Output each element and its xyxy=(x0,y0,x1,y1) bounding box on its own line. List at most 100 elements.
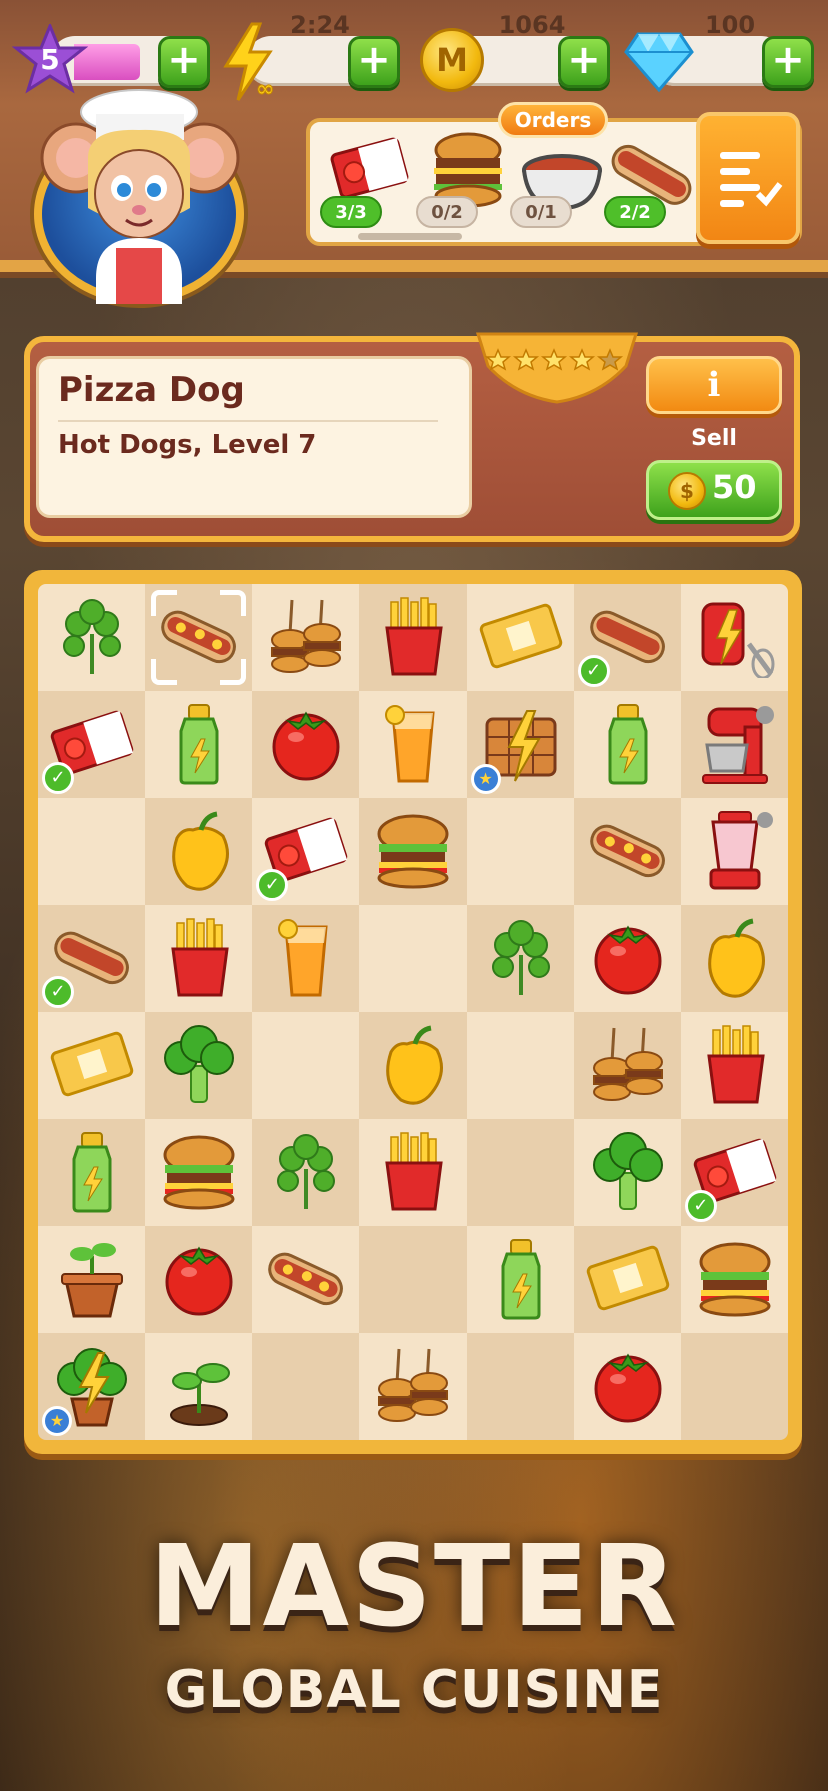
board-cell[interactable] xyxy=(466,1333,574,1440)
board-cell[interactable] xyxy=(466,905,574,1012)
board-cell[interactable] xyxy=(252,1119,360,1226)
board-cell[interactable] xyxy=(573,1333,681,1440)
tomato-icon[interactable] xyxy=(264,701,348,785)
parsley-icon[interactable] xyxy=(264,1129,348,1213)
board-cell[interactable] xyxy=(252,1012,360,1119)
board-cell[interactable] xyxy=(466,1012,574,1119)
slider-skewer-icon[interactable] xyxy=(264,594,348,678)
board-cell[interactable] xyxy=(38,1012,146,1119)
board-cell[interactable] xyxy=(680,584,788,691)
board-cell[interactable] xyxy=(359,1226,467,1333)
cheese-packet-icon[interactable] xyxy=(586,1236,670,1320)
parsley-icon[interactable] xyxy=(479,915,563,999)
item-info-button[interactable]: i xyxy=(646,356,782,414)
board-cell[interactable]: ✓ xyxy=(573,584,681,691)
board-cell[interactable] xyxy=(145,1012,253,1119)
board-cell[interactable] xyxy=(573,905,681,1012)
board-cell[interactable] xyxy=(145,584,253,691)
burger-icon[interactable] xyxy=(371,808,455,892)
board-cell[interactable]: ✓ xyxy=(252,798,360,905)
board-cell[interactable] xyxy=(680,691,788,798)
board-cell[interactable] xyxy=(252,1333,360,1440)
board-cell[interactable]: ✓ xyxy=(38,905,146,1012)
board-cell[interactable] xyxy=(252,905,360,1012)
add-xp-button[interactable]: + xyxy=(158,36,210,88)
add-energy-button[interactable]: + xyxy=(348,36,400,88)
board-cell[interactable] xyxy=(359,584,467,691)
add-coins-button[interactable]: + xyxy=(558,36,610,88)
fries-icon[interactable] xyxy=(371,594,455,678)
board-cell[interactable] xyxy=(680,1226,788,1333)
orders-scrollbar[interactable] xyxy=(358,233,462,240)
seedling-icon[interactable] xyxy=(157,1343,241,1427)
board-cell[interactable] xyxy=(466,1226,574,1333)
board-cell[interactable] xyxy=(38,584,146,691)
board-cell[interactable] xyxy=(359,1119,467,1226)
board-cell[interactable] xyxy=(38,1226,146,1333)
fries-icon[interactable] xyxy=(371,1129,455,1213)
slider-skewer-icon[interactable] xyxy=(371,1343,455,1427)
mixer-generator-icon[interactable] xyxy=(693,594,777,678)
board-cell[interactable] xyxy=(359,905,467,1012)
board-cell[interactable]: ✓ xyxy=(38,691,146,798)
pizza-dog-icon[interactable] xyxy=(264,1236,348,1320)
board-cell[interactable]: ★ xyxy=(466,691,574,798)
green-bottle-icon[interactable] xyxy=(586,701,670,785)
broccoli-icon[interactable] xyxy=(157,1022,241,1106)
green-bottle-icon[interactable] xyxy=(479,1236,563,1320)
board-cell[interactable] xyxy=(252,584,360,691)
blender-icon[interactable] xyxy=(693,808,777,892)
board-cell[interactable] xyxy=(573,1226,681,1333)
board-cell[interactable] xyxy=(680,905,788,1012)
stand-mixer-icon[interactable] xyxy=(693,701,777,785)
fries-icon[interactable] xyxy=(693,1022,777,1106)
board-cell[interactable] xyxy=(252,1226,360,1333)
board-cell[interactable] xyxy=(573,798,681,905)
tomato-icon[interactable] xyxy=(586,915,670,999)
yellow-pepper-icon[interactable] xyxy=(157,808,241,892)
board-cell[interactable] xyxy=(359,798,467,905)
board-cell[interactable]: ★ xyxy=(38,1333,146,1440)
board-cell[interactable] xyxy=(359,691,467,798)
board-cell[interactable] xyxy=(680,798,788,905)
board-cell[interactable] xyxy=(38,1119,146,1226)
board-cell[interactable] xyxy=(466,798,574,905)
pizza-dog-icon[interactable] xyxy=(586,808,670,892)
board-cell[interactable] xyxy=(145,798,253,905)
board-cell[interactable] xyxy=(573,1012,681,1119)
fries-icon[interactable] xyxy=(157,915,241,999)
board-cell[interactable] xyxy=(359,1012,467,1119)
yellow-pepper-icon[interactable] xyxy=(371,1022,455,1106)
board-cell[interactable] xyxy=(359,1333,467,1440)
cheese-packet-icon[interactable] xyxy=(479,594,563,678)
yellow-pepper-icon[interactable] xyxy=(693,915,777,999)
burger-icon[interactable] xyxy=(693,1236,777,1320)
board-cell[interactable] xyxy=(680,1012,788,1119)
board-cell[interactable] xyxy=(680,1333,788,1440)
board-cell[interactable] xyxy=(145,1226,253,1333)
green-bottle-icon[interactable] xyxy=(50,1129,134,1213)
board-cell[interactable] xyxy=(573,1119,681,1226)
board-cell[interactable] xyxy=(466,1119,574,1226)
add-gems-button[interactable]: + xyxy=(762,36,814,88)
broccoli-icon[interactable] xyxy=(586,1129,670,1213)
board-cell[interactable] xyxy=(573,691,681,798)
board-cell[interactable] xyxy=(145,905,253,1012)
task-list-button[interactable] xyxy=(696,112,800,244)
board-cell[interactable]: ✓ xyxy=(680,1119,788,1226)
green-bottle-icon[interactable] xyxy=(157,701,241,785)
tomato-icon[interactable] xyxy=(157,1236,241,1320)
tomato-icon[interactable] xyxy=(586,1343,670,1427)
board-cell[interactable] xyxy=(252,691,360,798)
board-cell[interactable] xyxy=(145,1333,253,1440)
board-cell[interactable] xyxy=(38,798,146,905)
board-cell[interactable] xyxy=(145,691,253,798)
orange-juice-icon[interactable] xyxy=(264,915,348,999)
parsley-icon[interactable] xyxy=(50,594,134,678)
board-cell[interactable] xyxy=(466,584,574,691)
orange-juice-icon[interactable] xyxy=(371,701,455,785)
cheese-packet-icon[interactable] xyxy=(50,1022,134,1106)
sprout-pot-icon[interactable] xyxy=(50,1236,134,1320)
slider-skewer-icon[interactable] xyxy=(586,1022,670,1106)
burger-icon[interactable] xyxy=(157,1129,241,1213)
